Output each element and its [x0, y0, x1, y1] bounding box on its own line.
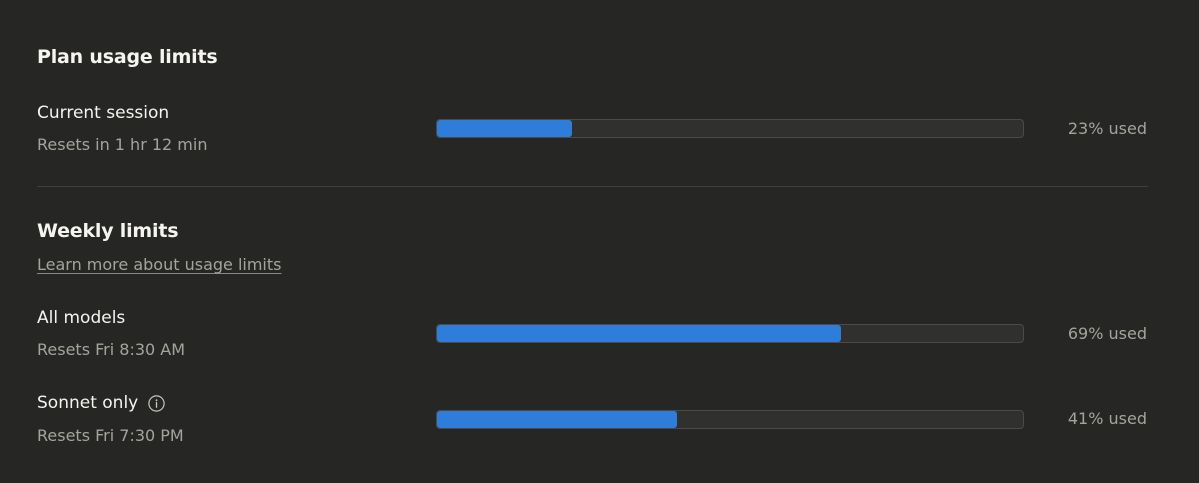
sonnet-only-progress-fill [437, 411, 678, 428]
sonnet-only-progress-bar [436, 410, 1024, 429]
sonnet-only-reset: Resets Fri 7:30 PM [37, 426, 184, 445]
info-icon[interactable] [148, 394, 165, 412]
all-models-progress-fill [437, 325, 842, 342]
current-session-label-text: Current session [37, 103, 170, 123]
all-models-label: All models [37, 308, 125, 328]
sonnet-only-usage: 41% used [1067, 409, 1147, 428]
sonnet-only-label-text: Sonnet only [37, 393, 139, 413]
all-models-usage: 69% used [1067, 324, 1147, 343]
section-divider [37, 186, 1148, 187]
current-session-reset: Resets in 1 hr 12 min [37, 135, 208, 154]
weekly-limits-title: Weekly limits [37, 220, 179, 242]
current-session-usage: 23% used [1067, 119, 1147, 138]
current-session-label: Current session [37, 103, 169, 123]
all-models-label-text: All models [37, 308, 126, 328]
current-session-progress-fill [437, 120, 572, 137]
sonnet-only-label: Sonnet only [37, 393, 165, 413]
plan-usage-title: Plan usage limits [37, 46, 218, 68]
current-session-progress-bar [436, 119, 1024, 138]
learn-more-link[interactable]: Learn more about usage limits [37, 255, 281, 274]
all-models-reset: Resets Fri 8:30 AM [37, 340, 186, 359]
all-models-progress-bar [436, 324, 1024, 343]
